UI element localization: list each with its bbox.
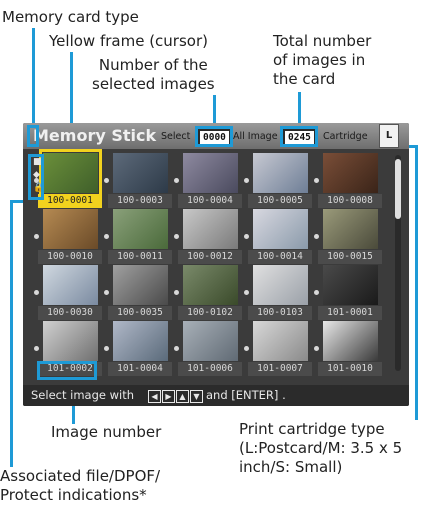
index-screen: Memory Stick Select 0000 All Image 0245 … xyxy=(23,123,409,406)
thumbnail-number: 100-0030 xyxy=(38,306,102,320)
thumbnail[interactable] xyxy=(253,153,308,193)
callout-selected-count: Number of the selected images xyxy=(92,56,215,93)
thumbnail-number: 100-0001 xyxy=(38,194,102,208)
highlight-image-number xyxy=(37,361,97,380)
thumbnail-number: 100-0004 xyxy=(178,194,242,208)
up-arrow-key-icon: ▲ xyxy=(176,390,189,403)
thumbnail[interactable] xyxy=(323,321,378,361)
thumbnail-marker-icon xyxy=(314,234,319,239)
highlight-media-name xyxy=(27,125,39,147)
thumbnail-marker-icon xyxy=(34,346,39,351)
thumbnail-marker-icon xyxy=(34,234,39,239)
callout-memory-card-type: Memory card type xyxy=(2,8,139,26)
screen-footer: Select image with ◀ ▶ ▲ ▼ and [ENTER] . xyxy=(23,385,409,406)
thumbnail-number: 101-0007 xyxy=(248,362,312,376)
thumbnail-number: 101-0010 xyxy=(318,362,382,376)
highlight-selected-counter xyxy=(195,126,233,147)
thumbnail-marker-icon xyxy=(314,346,319,351)
thumbnail-marker-icon xyxy=(174,290,179,295)
thumbnail-number: 100-0014 xyxy=(248,250,312,264)
thumbnail-marker-icon xyxy=(314,290,319,295)
thumbnail[interactable] xyxy=(323,265,378,305)
callout-indications: Associated file/DPOF/ Protect indication… xyxy=(0,467,161,504)
footer-suffix: and [ENTER] . xyxy=(206,388,286,402)
thumbnail-number: 100-0010 xyxy=(38,250,102,264)
thumbnail[interactable] xyxy=(43,321,98,361)
thumbnail-marker-icon xyxy=(174,234,179,239)
thumbnail[interactable] xyxy=(253,209,308,249)
thumbnail-marker-icon xyxy=(314,178,319,183)
right-arrow-key-icon: ▶ xyxy=(162,390,175,403)
thumbnail-number: 100-0008 xyxy=(318,194,382,208)
thumbnail-marker-icon xyxy=(174,346,179,351)
select-label: Select xyxy=(161,131,191,142)
thumbnail[interactable] xyxy=(183,209,238,249)
scrollbar-thumb[interactable] xyxy=(395,159,401,219)
thumbnail-marker-icon xyxy=(34,290,39,295)
thumbnail-marker-icon xyxy=(244,290,249,295)
callout-print-cartridge: Print cartridge type (L:Postcard/M: 3.5 … xyxy=(239,420,403,476)
callout-image-number: Image number xyxy=(51,423,162,441)
scrollbar[interactable] xyxy=(395,155,401,371)
thumbnail[interactable] xyxy=(183,153,238,193)
media-name: Memory Stick xyxy=(33,126,157,145)
thumbnail-number: 100-0012 xyxy=(178,250,242,264)
thumbnail[interactable] xyxy=(39,149,102,197)
thumbnail[interactable] xyxy=(183,321,238,361)
leader-print-cartridge-v xyxy=(415,145,418,420)
cartridge-icon: L xyxy=(379,124,399,148)
thumbnail-number: 100-0011 xyxy=(108,250,172,264)
thumbnail[interactable] xyxy=(323,209,378,249)
thumbnail[interactable] xyxy=(183,265,238,305)
thumbnail-marker-icon xyxy=(174,178,179,183)
thumbnail-number: 101-0001 xyxy=(318,306,382,320)
thumbnail-number: 100-0015 xyxy=(318,250,382,264)
thumbnail-marker-icon xyxy=(104,346,109,351)
leader-memory-card-type xyxy=(32,28,35,130)
leader-indications-v xyxy=(10,200,13,467)
thumbnail[interactable] xyxy=(43,209,98,249)
thumbnail-number: 101-0006 xyxy=(178,362,242,376)
thumbnail-marker-icon xyxy=(244,234,249,239)
thumbnail-grid: 100-0001 100-0003 100-0004 100-0005 100-0008… xyxy=(29,149,391,377)
thumbnail[interactable] xyxy=(113,265,168,305)
thumbnail[interactable] xyxy=(43,265,98,305)
thumbnail-number: 100-0102 xyxy=(178,306,242,320)
thumbnail-marker-icon xyxy=(244,346,249,351)
all-images-label: All Image xyxy=(233,131,278,142)
thumbnail[interactable] xyxy=(113,321,168,361)
thumbnail-marker-icon xyxy=(104,234,109,239)
thumbnail-number: 101-0004 xyxy=(108,362,172,376)
thumbnail-number: 100-0005 xyxy=(248,194,312,208)
thumbnail-marker-icon xyxy=(104,178,109,183)
cartridge-label: Cartridge xyxy=(323,131,368,142)
left-arrow-key-icon: ◀ xyxy=(148,390,161,403)
thumbnail[interactable] xyxy=(323,153,378,193)
thumbnail[interactable] xyxy=(113,209,168,249)
callout-yellow-frame: Yellow frame (cursor) xyxy=(49,32,208,50)
callout-total-count: Total number of images in the card xyxy=(273,32,372,88)
down-arrow-key-icon: ▼ xyxy=(190,390,203,403)
thumbnail-marker-icon xyxy=(244,178,249,183)
footer-prefix: Select image with xyxy=(31,388,135,402)
highlight-total-counter xyxy=(280,126,318,147)
thumbnail[interactable] xyxy=(113,153,168,193)
thumbnail[interactable] xyxy=(253,321,308,361)
thumbnail[interactable] xyxy=(253,265,308,305)
thumbnail-number: 100-0103 xyxy=(248,306,312,320)
highlight-indications xyxy=(28,154,44,200)
thumbnail-number: 100-0035 xyxy=(108,306,172,320)
thumbnail-marker-icon xyxy=(104,290,109,295)
thumbnail-number: 100-0003 xyxy=(108,194,172,208)
